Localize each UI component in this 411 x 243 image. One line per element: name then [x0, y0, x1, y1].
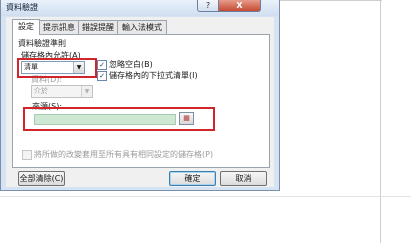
- cell-border-right: [380, 0, 381, 243]
- apply-all-label: 將所做的改變套用至所有具有相同設定的儲存格(P): [34, 150, 214, 159]
- clear-all-button[interactable]: 全部清除(C): [18, 171, 65, 186]
- highlight-source-input: [23, 107, 215, 131]
- screenshot-stage: 資料驗證 ? X 設定 提示訊息 錯誤提醒 輸入法模式 資料驗證準則 儲存格內允…: [0, 0, 411, 243]
- cancel-label: 取消: [235, 174, 252, 183]
- cancel-button[interactable]: 取消: [220, 171, 267, 186]
- dialog-title: 資料驗證: [6, 3, 38, 12]
- ignore-blank-label: 忽略空白(B): [109, 60, 153, 69]
- tab-ime-mode-label: 輸入法模式: [122, 23, 162, 32]
- ok-label: 確定: [184, 174, 201, 183]
- cell-border-top: [279, 0, 382, 1]
- data-select[interactable]: 介於 ▼: [31, 85, 93, 98]
- ignore-blank-checkbox[interactable]: ✓: [97, 60, 107, 70]
- in-cell-dropdown-label: 儲存格內的下拉式清單(I): [109, 71, 198, 80]
- tab-error-alert[interactable]: 錯誤提醒: [78, 20, 118, 34]
- data-validation-dialog: 資料驗證 ? X 設定 提示訊息 錯誤提醒 輸入法模式 資料驗證準則 儲存格內允…: [0, 0, 280, 191]
- chevron-down-icon[interactable]: ▼: [81, 86, 92, 97]
- tab-settings-label: 設定: [18, 22, 34, 31]
- tab-input-message[interactable]: 提示訊息: [39, 20, 79, 34]
- check-icon: ✓: [99, 61, 105, 69]
- help-icon: ?: [205, 1, 211, 10]
- tab-error-alert-label: 錯誤提醒: [82, 23, 114, 32]
- sheet-divider: [0, 196, 411, 197]
- title-bar: 資料驗證 ? X: [1, 0, 279, 16]
- criteria-group-label: 資料驗證準則: [18, 39, 66, 48]
- tab-ime-mode[interactable]: 輸入法模式: [117, 20, 167, 34]
- in-cell-dropdown-checkbox[interactable]: ✓: [97, 71, 107, 81]
- help-button[interactable]: ?: [197, 0, 219, 12]
- apply-all-checkbox[interactable]: [22, 150, 32, 160]
- clear-all-label: 全部清除(C): [19, 174, 64, 183]
- highlight-allow-select: [17, 58, 97, 78]
- close-button[interactable]: X: [218, 0, 261, 12]
- tab-input-message-label: 提示訊息: [43, 23, 75, 32]
- check-icon: ✓: [99, 72, 105, 80]
- close-icon: X: [236, 1, 243, 10]
- ok-button[interactable]: 確定: [169, 171, 216, 186]
- tab-settings[interactable]: 設定: [12, 19, 40, 35]
- data-select-value: 介於: [34, 87, 48, 95]
